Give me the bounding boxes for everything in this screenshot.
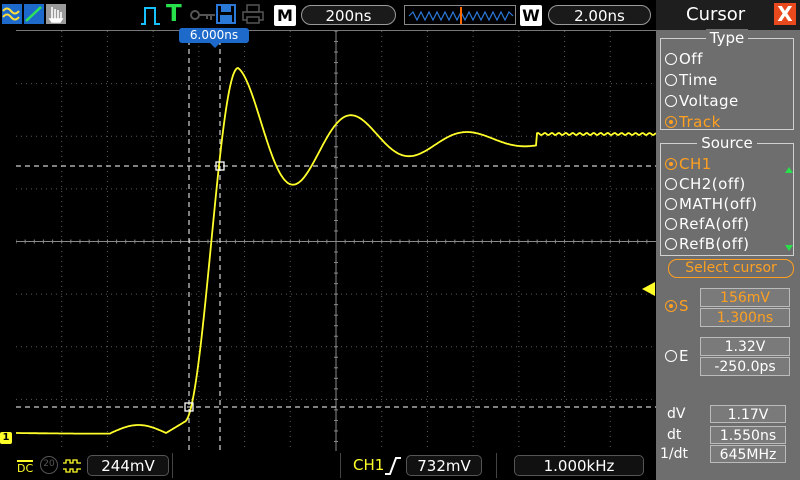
panel-header: Cursor X bbox=[656, 0, 800, 30]
source-group-title: Source bbox=[697, 134, 757, 152]
trigger-pulse-icon bbox=[140, 5, 162, 27]
frequency-counter: 1.000kHz bbox=[514, 455, 644, 476]
waveform-icon[interactable] bbox=[2, 4, 22, 24]
trigger-status: T bbox=[166, 1, 182, 27]
radio-icon bbox=[665, 350, 677, 362]
bandwidth-limit-icon: 20 bbox=[40, 456, 58, 474]
source-option-refa[interactable]: RefA(off) bbox=[665, 214, 749, 234]
radio-icon bbox=[665, 74, 677, 86]
ch1-coupling: DC bbox=[17, 460, 34, 475]
radio-selected-icon bbox=[665, 300, 677, 312]
cursor-s-time[interactable]: 1.300ns bbox=[700, 308, 790, 327]
timebase-value[interactable]: 200ns bbox=[301, 5, 396, 25]
trigger-level-marker[interactable] bbox=[642, 282, 655, 296]
readout-pointer-icon bbox=[210, 43, 220, 48]
source-option-ch1[interactable]: CH1 bbox=[665, 154, 712, 174]
cursor-tool-icon[interactable] bbox=[46, 4, 66, 24]
key-icon bbox=[190, 7, 216, 23]
type-group-title: Type bbox=[705, 29, 749, 47]
trigger-level[interactable]: 732mV bbox=[406, 455, 482, 476]
radio-icon bbox=[665, 95, 677, 107]
dv-value: 1.17V bbox=[710, 405, 786, 423]
window-w-label: W bbox=[520, 5, 542, 26]
separator bbox=[172, 453, 173, 478]
inv-dt-value: 645MHz bbox=[710, 445, 786, 463]
type-option-voltage[interactable]: Voltage bbox=[665, 91, 739, 111]
memory-position-bar[interactable] bbox=[404, 5, 516, 25]
close-button[interactable]: X bbox=[774, 3, 796, 25]
type-option-time[interactable]: Time bbox=[665, 70, 718, 90]
source-option-refb[interactable]: RefB(off) bbox=[665, 234, 750, 254]
window-value[interactable]: 2.00ns bbox=[548, 5, 651, 25]
cursor-time-readout: 6.000ns bbox=[179, 28, 249, 43]
type-group: Type Off Time Voltage Track bbox=[660, 29, 794, 132]
cursor-e-time[interactable]: -250.0ps bbox=[700, 357, 790, 376]
cursor-e-option[interactable]: E bbox=[665, 346, 689, 366]
cursor-menu-panel: Cursor X Type Off Time Voltage Track Sou… bbox=[656, 0, 800, 480]
separator bbox=[496, 453, 497, 478]
source-option-math[interactable]: MATH(off) bbox=[665, 194, 757, 214]
rising-edge-icon bbox=[384, 457, 402, 475]
bottom-status-bar: DC 20 244mV CH1 732mV 1.000kHz bbox=[0, 451, 656, 480]
dt-label: dt bbox=[667, 427, 682, 443]
print-icon[interactable] bbox=[242, 4, 264, 24]
ch1-ground-marker[interactable]: 1 bbox=[0, 432, 12, 444]
top-toolbar: T M 200ns W 2.00ns bbox=[0, 0, 656, 30]
type-option-off[interactable]: Off bbox=[665, 49, 703, 69]
panel-title: Cursor bbox=[686, 4, 746, 25]
radio-icon bbox=[665, 218, 677, 230]
radio-icon bbox=[665, 198, 677, 210]
radio-icon bbox=[665, 53, 677, 65]
type-option-track[interactable]: Track bbox=[665, 112, 721, 132]
ch1-scale[interactable]: 244mV bbox=[87, 455, 169, 476]
source-option-ch2[interactable]: CH2(off) bbox=[665, 174, 746, 194]
inv-dt-label: 1/dt bbox=[660, 446, 688, 462]
timebase-m-label: M bbox=[274, 5, 296, 26]
radio-selected-icon bbox=[665, 158, 677, 170]
dv-label: dV bbox=[667, 406, 686, 422]
invert-waveform-icon bbox=[62, 458, 82, 473]
scroll-down-icon[interactable] bbox=[785, 245, 793, 251]
cursor-s-option[interactable]: S bbox=[665, 296, 689, 316]
radio-selected-icon bbox=[665, 116, 677, 128]
save-icon[interactable] bbox=[216, 4, 236, 24]
cursor-s-voltage[interactable]: 156mV bbox=[700, 288, 790, 307]
source-group: Source CH1 CH2(off) MATH(off) RefA(off) … bbox=[660, 134, 794, 256]
dt-value: 1.550ns bbox=[710, 426, 786, 444]
waveform-plot bbox=[16, 31, 656, 452]
radio-icon bbox=[665, 238, 677, 250]
trigger-source: CH1 bbox=[353, 456, 385, 474]
select-cursor-button[interactable]: Select cursor bbox=[668, 259, 794, 278]
cursor-e-voltage[interactable]: 1.32V bbox=[700, 337, 790, 356]
radio-icon bbox=[665, 178, 677, 190]
separator bbox=[340, 453, 341, 478]
ramp-waveform-icon[interactable] bbox=[24, 4, 44, 24]
scroll-up-icon[interactable] bbox=[785, 167, 793, 173]
waveform-display[interactable] bbox=[16, 30, 656, 453]
